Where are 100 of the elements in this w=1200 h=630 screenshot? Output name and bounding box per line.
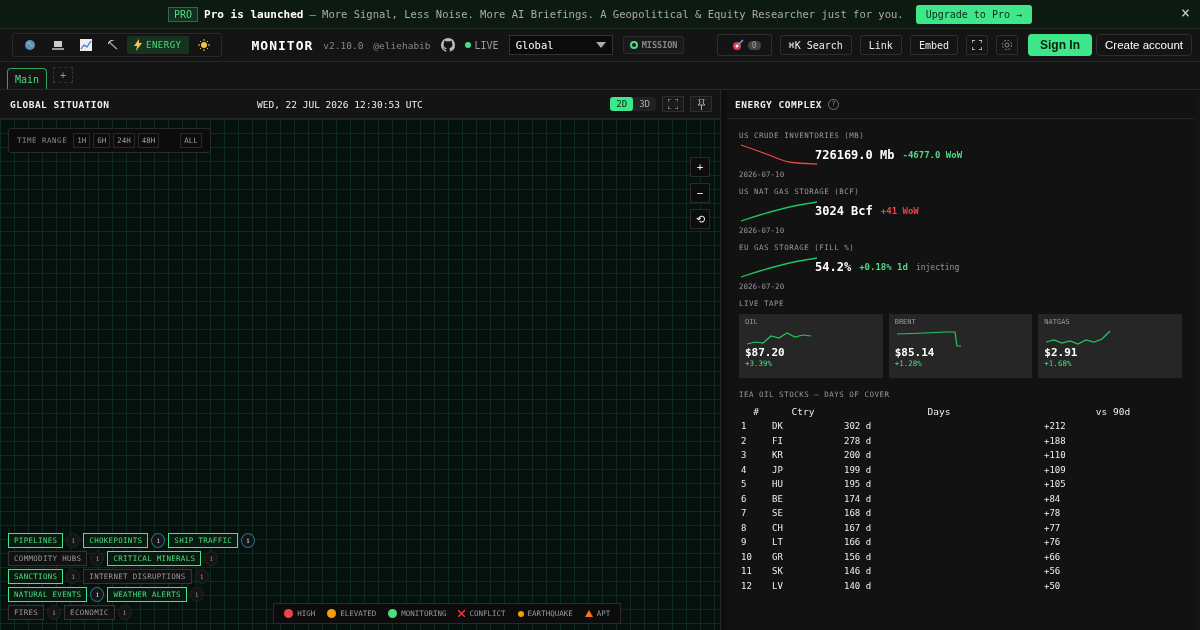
table-cell: 9	[739, 535, 772, 550]
table-cell: 12	[739, 578, 772, 593]
expand-button[interactable]	[662, 96, 684, 112]
lightning-icon	[134, 39, 142, 51]
table-cell: 167 d	[834, 520, 1044, 535]
globe-icon	[24, 39, 36, 51]
ticker-price: $85.14	[894, 346, 936, 359]
table-cell: 166 d	[834, 535, 1044, 550]
github-icon[interactable]	[440, 38, 455, 52]
info-button[interactable]: i	[66, 533, 81, 548]
table-cell-text: JP	[772, 463, 784, 477]
fullscreen-button[interactable]	[966, 35, 988, 55]
fullscreen-icon	[668, 99, 678, 109]
table-cell-text: KR	[772, 449, 784, 463]
zoom-in-button[interactable]: +	[690, 157, 710, 177]
table-cell-text: LT	[772, 536, 784, 550]
view-toggle[interactable]: 3D	[633, 97, 656, 111]
column-header: Days	[926, 404, 952, 419]
panel-title: ENERGY COMPLEX	[735, 98, 823, 110]
fullscreen-icon	[972, 40, 982, 50]
table-cell-text: DK	[772, 420, 784, 434]
table-cell: 302 d	[834, 419, 1044, 434]
table-cell-text: +105	[1044, 478, 1067, 492]
column-header: vs 90d	[1094, 404, 1132, 419]
tab[interactable]: Main	[7, 68, 48, 89]
table-cell: 195 d	[834, 477, 1044, 492]
sign-in-button[interactable]: Sign In	[1028, 34, 1092, 56]
alerts-button[interactable]: 0	[716, 34, 772, 56]
table-cell-text: FI	[772, 434, 784, 448]
table-cell: 6	[739, 491, 772, 506]
mission-button[interactable]: MISSION	[622, 36, 685, 54]
table-cell: 3	[739, 448, 772, 463]
table-cell-text: +76	[1044, 536, 1062, 550]
info-button[interactable]: i	[194, 569, 209, 584]
table-cell-text: 2	[740, 434, 748, 448]
table-cell: 140 d	[834, 578, 1044, 593]
table-cell-text: +50	[1044, 579, 1062, 593]
info-button[interactable]: i	[117, 605, 132, 620]
metric-note: injecting	[915, 262, 960, 272]
table-cell: 1	[739, 419, 772, 434]
panel-title: GLOBAL SITUATION	[10, 98, 110, 110]
info-button[interactable]: i	[66, 569, 81, 584]
banner-title: Pro is launched	[204, 7, 304, 21]
target-icon	[731, 39, 744, 51]
info-button[interactable]: i	[90, 587, 105, 602]
info-button[interactable]: i	[151, 533, 166, 548]
table-cell: 4	[739, 462, 772, 477]
pin-icon	[696, 98, 706, 110]
table-cell-text: +66	[1044, 550, 1062, 564]
table-cell-text: LV	[772, 579, 784, 593]
table-cell: 5	[739, 477, 772, 492]
link-button[interactable]: Link	[859, 35, 902, 55]
table-cell: 10	[739, 549, 772, 564]
chart-icon	[80, 39, 92, 51]
create-account-button[interactable]: Create account	[1096, 34, 1192, 56]
pin-button[interactable]	[690, 96, 712, 112]
table-cell-text: BE	[772, 492, 784, 506]
close-button[interactable]: ×	[1180, 6, 1190, 21]
reset-view-button[interactable]: ⟲	[690, 209, 710, 229]
table-cell-text: +78	[1044, 507, 1062, 521]
info-button[interactable]: i	[241, 533, 256, 548]
table-cell-text: +109	[1044, 463, 1067, 477]
table-cell: 156 d	[834, 549, 1044, 564]
metric-change: +0.18% 1d	[859, 262, 908, 272]
table-cell-text: +77	[1044, 521, 1062, 535]
metric-value: 3024 Bcf	[815, 204, 873, 218]
ticker-price: $87.20	[745, 346, 786, 359]
table-cell-text: +56	[1044, 565, 1062, 579]
table-cell-text: CH	[772, 521, 784, 535]
settings-button[interactable]	[996, 35, 1018, 55]
table-cell: 174 d	[834, 491, 1044, 506]
zoom-out-button[interactable]: −	[690, 183, 710, 203]
info-button[interactable]: i	[90, 551, 105, 566]
version-label: v2.10.0	[323, 39, 364, 51]
pickaxe-icon	[108, 40, 118, 50]
table-cell: 146 d	[834, 564, 1044, 579]
info-button[interactable]: i	[204, 551, 219, 566]
view-toggle[interactable]: 2D	[610, 97, 634, 111]
author-link[interactable]: @eliehabib	[373, 39, 431, 51]
region-dropdown[interactable]: Global	[508, 35, 613, 55]
info-button[interactable]: i	[189, 587, 204, 602]
banner-message: — More Signal, Less Noise. More AI Briefings. A Geopolitical & Equity Researcher just for you.	[309, 8, 904, 20]
table-cell: 199 d	[834, 462, 1044, 477]
embed-button[interactable]: Embed	[909, 35, 958, 55]
info-button[interactable]: i	[47, 605, 62, 620]
table-cell-text: SE	[772, 507, 784, 521]
target-icon	[629, 41, 638, 49]
upgrade-button[interactable]: Upgrade to Pro →	[915, 4, 1032, 24]
table-cell: 168 d	[834, 506, 1044, 521]
table-cell: 8	[739, 520, 772, 535]
search-button[interactable]: ⌘K Search	[779, 35, 852, 55]
table-cell: 7	[739, 506, 772, 521]
table-cell-text: +188	[1044, 434, 1067, 448]
metric-change: +41 WoW	[880, 206, 919, 216]
metric-value: 54.2%	[815, 260, 852, 274]
table-cell-text: SK	[772, 565, 784, 579]
table-cell-text: +110	[1044, 449, 1067, 463]
energy-variant-button[interactable]: ENERGY	[127, 36, 189, 54]
add-tab-button[interactable]: +	[53, 67, 74, 83]
count-badge: 0	[747, 40, 761, 50]
